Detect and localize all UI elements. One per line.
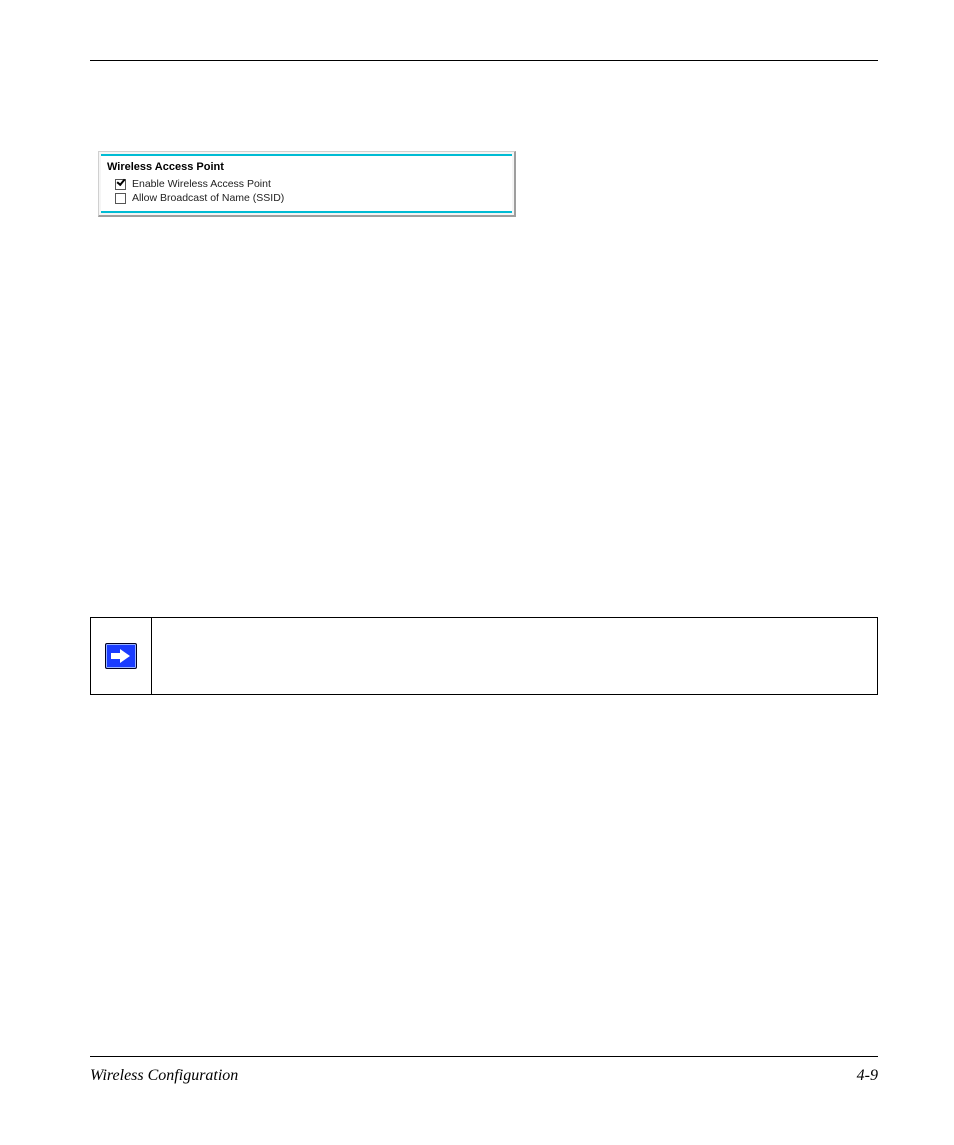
footer-section-title: Wireless Configuration (90, 1067, 238, 1085)
checkbox-enable-wap[interactable] (115, 179, 126, 190)
document-page: Wireless Access Point Enable Wireless Ac… (0, 0, 954, 1145)
wireless-access-point-panel: Wireless Access Point Enable Wireless Ac… (98, 151, 516, 217)
page-footer: Wireless Configuration 4-9 (90, 1056, 878, 1085)
panel-inner: Wireless Access Point Enable Wireless Ac… (101, 154, 512, 213)
checkbox-label: Enable Wireless Access Point (132, 178, 271, 190)
note-callout (90, 617, 878, 695)
checkbox-label: Allow Broadcast of Name (SSID) (132, 192, 284, 204)
checkbox-row-enable-wap: Enable Wireless Access Point (107, 177, 506, 191)
checkbox-row-broadcast-ssid: Allow Broadcast of Name (SSID) (107, 191, 506, 205)
top-divider (90, 60, 878, 61)
note-icon-cell (91, 618, 152, 694)
footer-page-number: 4-9 (857, 1067, 878, 1085)
arrow-right-icon (105, 643, 137, 669)
bottom-divider (90, 1056, 878, 1057)
note-content (152, 618, 877, 694)
panel-title: Wireless Access Point (107, 161, 506, 173)
footer-row: Wireless Configuration 4-9 (90, 1067, 878, 1085)
checkbox-broadcast-ssid[interactable] (115, 193, 126, 204)
